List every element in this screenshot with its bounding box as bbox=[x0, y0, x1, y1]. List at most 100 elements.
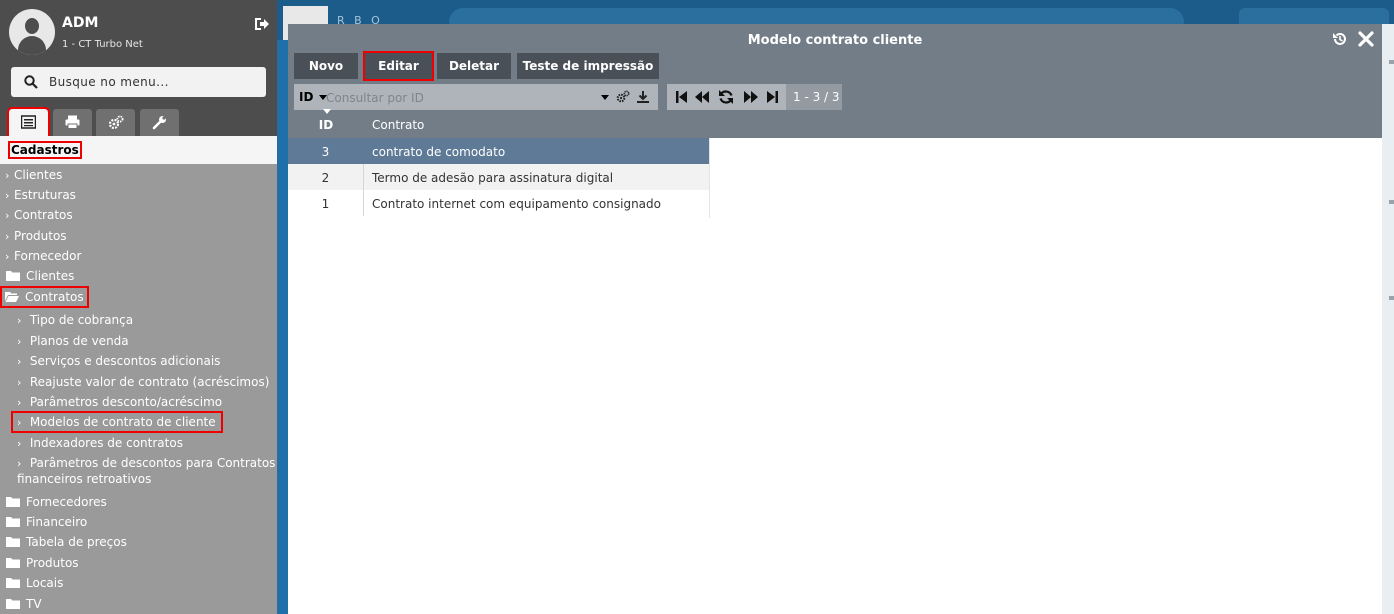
chevron-right-icon: › bbox=[5, 209, 10, 222]
menu-item-clientes[interactable]: › Clientes bbox=[5, 168, 62, 182]
grid-border bbox=[709, 138, 710, 218]
filter-input[interactable] bbox=[326, 89, 596, 107]
chevron-right-icon: › bbox=[5, 250, 10, 263]
first-page-icon[interactable] bbox=[674, 89, 690, 105]
folder-icon bbox=[6, 578, 20, 588]
column-header-id[interactable]: ID bbox=[288, 118, 364, 132]
avatar[interactable] bbox=[9, 9, 55, 55]
table-row[interactable]: 1 Contrato internet com equipamento cons… bbox=[288, 190, 709, 216]
chevron-right-icon: › bbox=[17, 376, 22, 389]
next-page-icon[interactable] bbox=[743, 89, 759, 105]
menu-search-input[interactable] bbox=[49, 73, 254, 91]
search-icon bbox=[24, 75, 38, 89]
close-icon[interactable] bbox=[1358, 31, 1374, 47]
deletar-button[interactable]: Deletar bbox=[437, 53, 511, 79]
column-header-contrato[interactable]: Contrato bbox=[372, 118, 424, 132]
chevron-right-icon: › bbox=[5, 230, 10, 243]
print-icon bbox=[65, 115, 80, 129]
folder-icon bbox=[6, 271, 20, 281]
chevron-right-icon: › bbox=[17, 396, 22, 409]
menu-item-contratos[interactable]: › Contratos bbox=[5, 208, 73, 222]
section-label: Cadastros bbox=[8, 141, 82, 159]
sidebar-header: ADM 1 - CT Turbo Net bbox=[0, 0, 277, 138]
download-icon[interactable] bbox=[636, 90, 650, 104]
folder-icon bbox=[6, 537, 20, 547]
sort-desc-icon bbox=[323, 109, 331, 114]
section-title: Cadastros bbox=[0, 136, 277, 164]
chevron-right-icon: › bbox=[17, 355, 22, 368]
editar-button[interactable]: Editar bbox=[363, 51, 434, 81]
cell-contrato: Termo de adesão para assinatura digital bbox=[372, 171, 614, 185]
folder-icon bbox=[6, 517, 20, 527]
folder-contratos[interactable]: Contratos bbox=[0, 286, 89, 308]
submenu-parametros-desconto[interactable]: › Parâmetros desconto/acréscimo bbox=[17, 395, 222, 409]
submenu-reajuste-valor[interactable]: › Reajuste valor de contrato (acréscimos… bbox=[17, 375, 269, 389]
filter-dropdown-icon[interactable] bbox=[601, 95, 609, 100]
modal-window: Modelo contrato cliente Novo Editar Dele… bbox=[288, 24, 1382, 614]
sidebar-menu: Cadastros › Clientes › Estruturas › Contrat… bbox=[0, 136, 277, 611]
submenu-parametros-retroativos[interactable]: › Parâmetros de descontos para Contratos… bbox=[17, 456, 277, 470]
submenu-indexadores[interactable]: › Indexadores de contratos bbox=[17, 436, 183, 450]
previous-page-icon[interactable] bbox=[694, 89, 710, 105]
list-icon bbox=[21, 115, 36, 129]
table-row[interactable]: 3 contrato de comodato bbox=[288, 138, 709, 164]
submenu-modelos-contrato[interactable]: › Modelos de contrato de cliente bbox=[11, 411, 223, 433]
novo-button[interactable]: Novo bbox=[294, 53, 358, 79]
pager: 1 - 3 / 3 bbox=[667, 84, 842, 110]
advanced-filter-icon[interactable] bbox=[616, 90, 630, 104]
chevron-right-icon: › bbox=[17, 457, 22, 470]
cell-contrato: contrato de comodato bbox=[372, 145, 506, 159]
cell-id: 1 bbox=[288, 190, 364, 216]
folder-open-icon bbox=[5, 292, 19, 302]
folder-icon bbox=[6, 497, 20, 507]
cell-contrato: Contrato internet com equipamento consig… bbox=[372, 197, 661, 211]
folder-tv[interactable]: TV bbox=[6, 597, 42, 611]
folder-icon bbox=[6, 599, 20, 609]
last-page-icon[interactable] bbox=[764, 89, 780, 105]
folder-produtos[interactable]: Produtos bbox=[6, 556, 79, 570]
logout-icon[interactable] bbox=[254, 17, 269, 31]
submenu-servicos-descontos[interactable]: › Serviços e descontos adicionais bbox=[17, 354, 220, 368]
submenu-planos-venda[interactable]: › Planos de venda bbox=[17, 334, 129, 348]
gears-icon bbox=[108, 115, 124, 130]
folder-tabela-precos[interactable]: Tabela de preços bbox=[6, 535, 127, 549]
folder-locais[interactable]: Locais bbox=[6, 576, 63, 590]
teste-impressao-button[interactable]: Teste de impressão bbox=[517, 53, 659, 79]
tab-configuracoes[interactable] bbox=[96, 109, 135, 136]
menu-item-estruturas[interactable]: › Estruturas bbox=[5, 188, 76, 202]
page-scrollbar[interactable] bbox=[1382, 24, 1394, 614]
filter-field-select[interactable]: ID bbox=[299, 90, 313, 104]
tab-relatorios[interactable] bbox=[53, 109, 92, 136]
folder-financeiro[interactable]: Financeiro bbox=[6, 515, 87, 529]
chevron-right-icon: › bbox=[17, 437, 22, 450]
tab-ferramentas[interactable] bbox=[140, 109, 179, 136]
filter-bar: ID bbox=[294, 84, 658, 110]
cell-id: 3 bbox=[288, 138, 364, 164]
refresh-icon[interactable] bbox=[718, 89, 734, 105]
submenu-tipo-cobranca[interactable]: › Tipo de cobrança bbox=[17, 313, 133, 327]
chevron-right-icon: › bbox=[17, 314, 22, 327]
modal-header: Modelo contrato cliente Novo Editar Dele… bbox=[288, 24, 1382, 138]
menu-search[interactable] bbox=[11, 67, 266, 97]
chevron-right-icon: › bbox=[5, 169, 10, 182]
record-count: 1 - 3 / 3 bbox=[786, 84, 842, 110]
table-row[interactable]: 2 Termo de adesão para assinatura digita… bbox=[288, 164, 709, 190]
history-icon[interactable] bbox=[1332, 31, 1348, 47]
user-name: ADM bbox=[62, 15, 99, 31]
tab-cadastros[interactable] bbox=[7, 107, 50, 138]
chevron-right-icon: › bbox=[17, 416, 22, 429]
chevron-right-icon: › bbox=[5, 189, 10, 202]
menu-item-produtos[interactable]: › Produtos bbox=[5, 229, 67, 243]
grid-header: ID Contrato bbox=[288, 109, 1382, 138]
chevron-right-icon: › bbox=[17, 335, 22, 348]
user-company: 1 - CT Turbo Net bbox=[62, 39, 143, 50]
sidebar: ADM 1 - CT Turbo Net Busque no menu... C… bbox=[0, 0, 277, 614]
wrench-icon bbox=[152, 116, 166, 130]
submenu-parametros-retroativos-cont[interactable]: financeiros retroativos bbox=[17, 472, 151, 486]
folder-icon bbox=[6, 558, 20, 568]
folder-clientes[interactable]: Clientes bbox=[6, 269, 74, 283]
menu-item-fornecedor[interactable]: › Fornecedor bbox=[5, 249, 81, 263]
folder-fornecedores[interactable]: Fornecedores bbox=[6, 495, 107, 509]
modal-title: Modelo contrato cliente bbox=[747, 33, 923, 48]
cell-id: 2 bbox=[288, 164, 364, 190]
